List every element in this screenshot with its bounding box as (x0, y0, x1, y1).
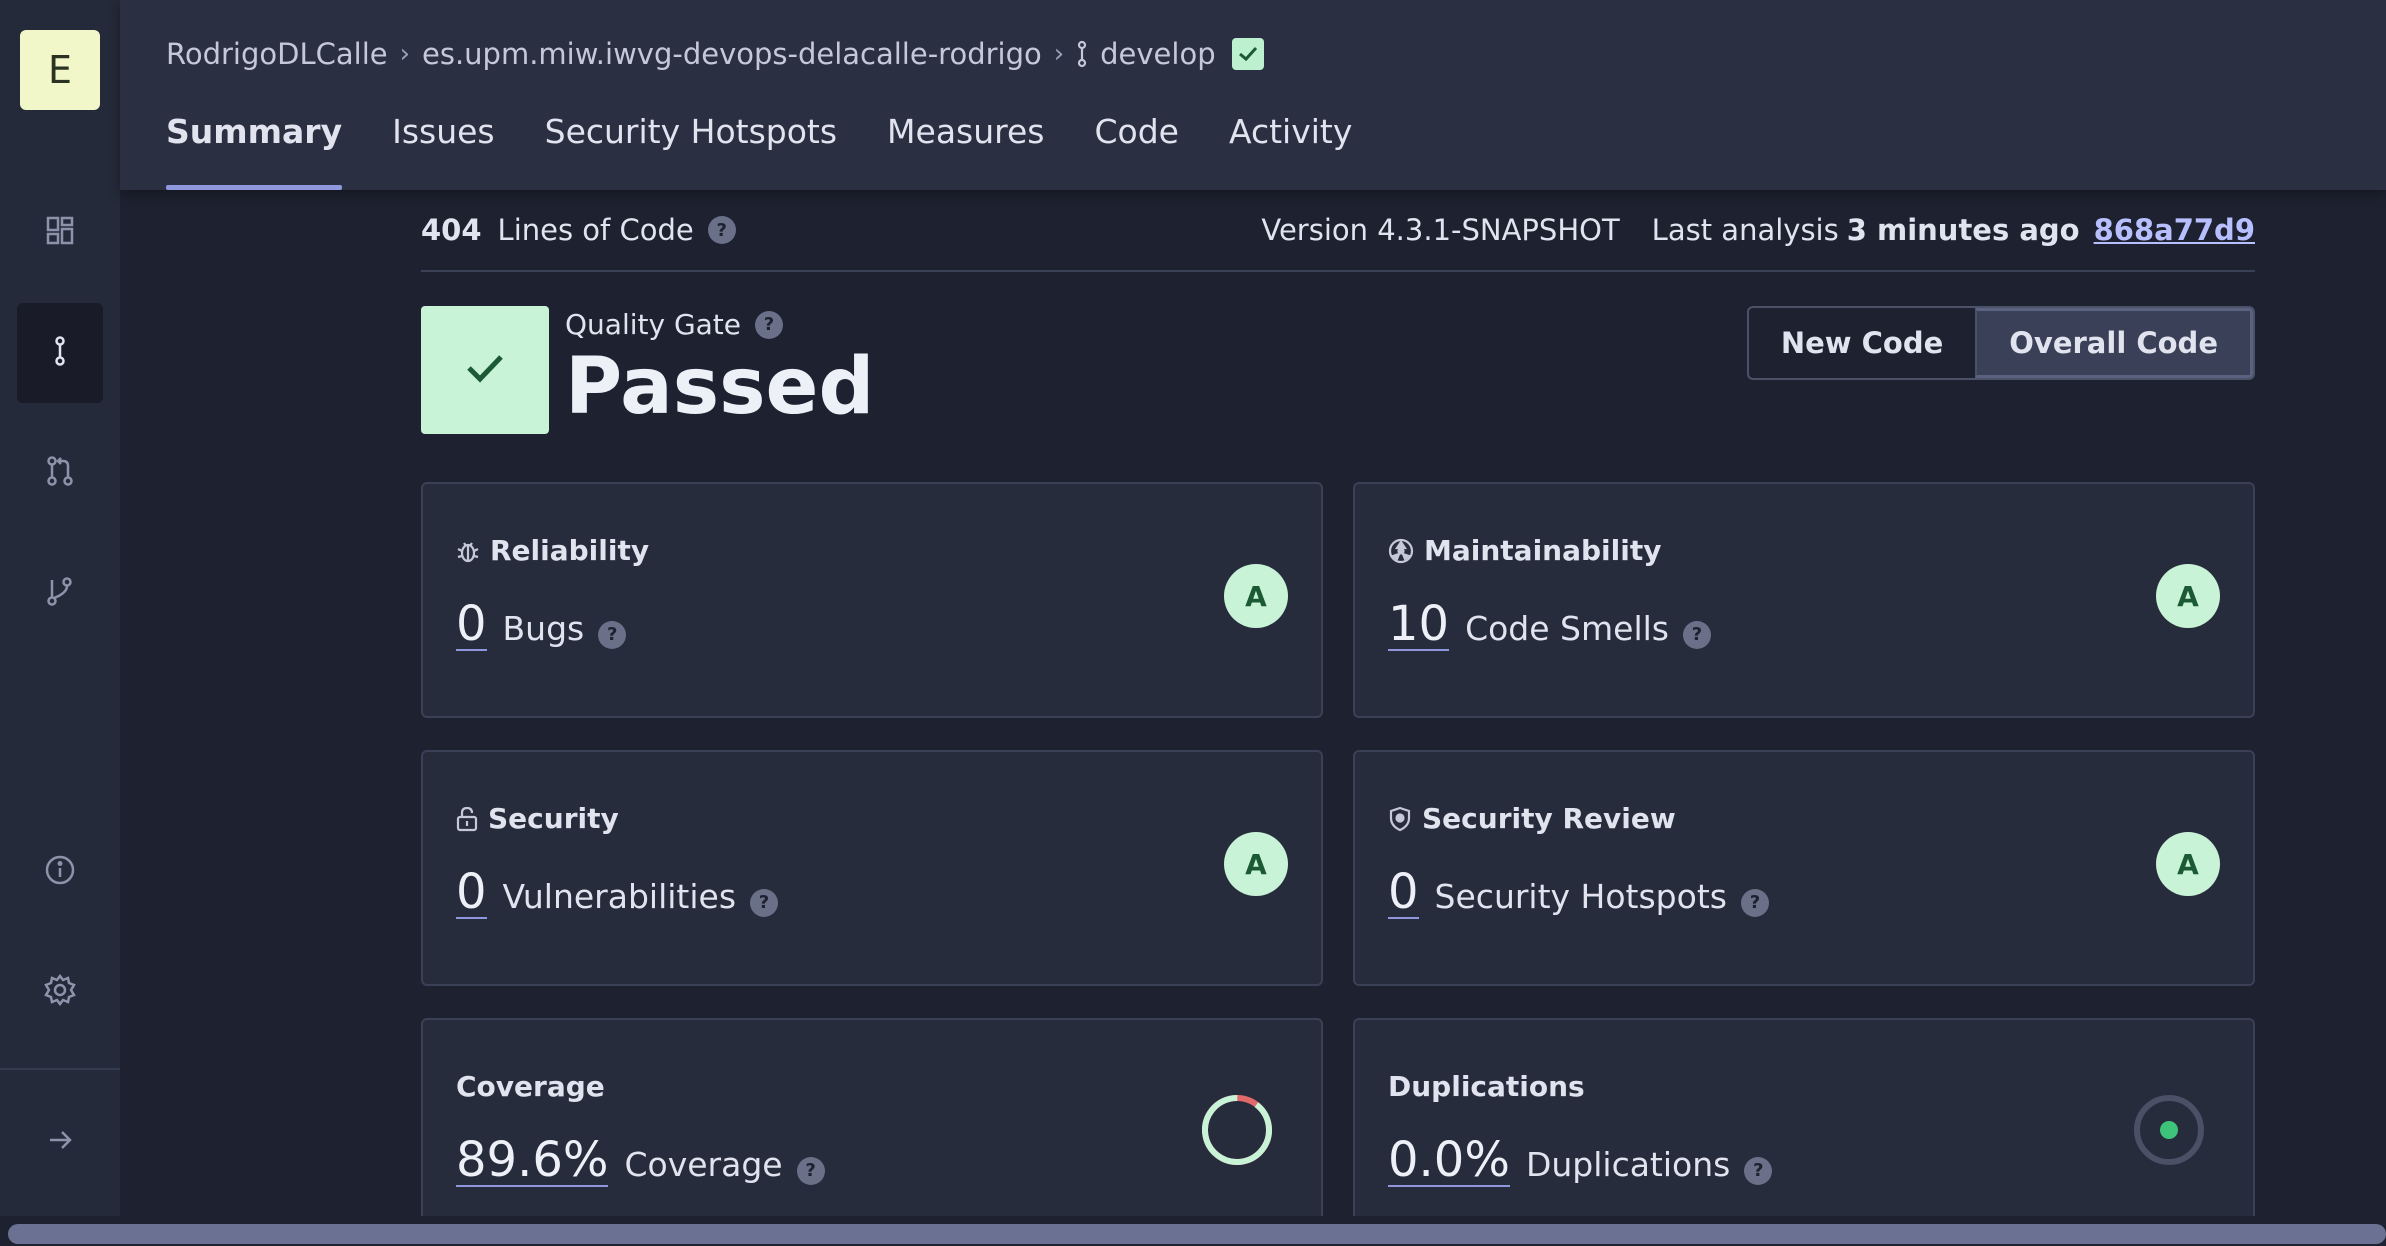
security-card: Security 0 Vulnerabilities ? A (421, 750, 1323, 986)
chevron-right-icon: › (1053, 39, 1065, 69)
security-rating-badge[interactable]: A (1224, 832, 1288, 896)
card-title: Maintainability (1424, 534, 1662, 567)
quality-gate-passed-icon (1231, 38, 1264, 70)
quality-gate-label: Quality Gate ? (565, 308, 784, 341)
expand-arrow-icon (46, 1128, 74, 1156)
vulnerabilities-label: Vulnerabilities (502, 877, 737, 916)
help-icon[interactable]: ? (750, 888, 779, 917)
security-review-rating-badge[interactable]: A (2156, 832, 2220, 896)
tab-code[interactable]: Code (1095, 108, 1179, 190)
help-icon[interactable]: ? (1744, 1156, 1773, 1185)
help-icon[interactable]: ? (796, 1156, 825, 1185)
dashboard-button[interactable] (17, 183, 103, 283)
tab-measures[interactable]: Measures (887, 108, 1044, 190)
branch-icon (1076, 40, 1088, 68)
duplications-indicator (2134, 1095, 2204, 1165)
reliability-card: Reliability 0 Bugs ? A (421, 482, 1323, 718)
gear-icon (44, 973, 76, 1010)
tab-issues[interactable]: Issues (392, 108, 495, 190)
quality-gate-status: Passed (565, 342, 875, 432)
expand-sidebar-button[interactable] (17, 1092, 103, 1192)
branch-icon (53, 336, 67, 370)
bug-icon (456, 538, 480, 564)
logo-letter: E (47, 48, 72, 92)
sidebar: E (0, 0, 120, 1216)
check-icon (465, 352, 505, 388)
card-title: Coverage (456, 1070, 605, 1103)
quality-gate-label-text: Quality Gate (565, 308, 742, 341)
card-title: Reliability (490, 534, 650, 567)
maintainability-card: Maintainability 10 Code Smells ? A (1353, 482, 2255, 718)
lines-of-code-label: Lines of Code (497, 213, 694, 247)
security-review-card: Security Review 0 Security Hotspots ? A (1353, 750, 2255, 986)
security-hotspots-label: Security Hotspots (1434, 877, 1727, 916)
card-title: Duplications (1388, 1070, 1585, 1103)
info-icon (44, 854, 76, 890)
info-button[interactable] (17, 822, 103, 922)
code-period-toggle: New Code Overall Code (1746, 306, 2255, 380)
coverage-label: Coverage (624, 1145, 783, 1184)
breadcrumb-project[interactable]: es.upm.miw.iwvg-devops-delacalle-rodrigo (422, 37, 1042, 71)
bugs-label: Bugs (502, 609, 585, 648)
analysis-meta: 404 Lines of Code ? Version 4.3.1-SNAPSH… (421, 190, 2255, 272)
last-analysis-value: 3 minutes ago (1846, 213, 2080, 247)
shield-icon (1388, 806, 1412, 832)
project-header: RodrigoDLCalle › es.upm.miw.iwvg-devops-… (120, 0, 2386, 190)
help-icon[interactable]: ? (755, 310, 784, 339)
breadcrumb: RodrigoDLCalle › es.upm.miw.iwvg-devops-… (166, 30, 1264, 78)
help-icon[interactable]: ? (1740, 888, 1769, 917)
duplications-label: Duplications (1525, 1145, 1731, 1184)
version-label: Version 4.3.1-SNAPSHOT (1261, 213, 1620, 247)
scrollbar-thumb[interactable] (8, 1224, 2386, 1244)
project-tabs: Summary Issues Security Hotspots Measure… (166, 108, 1402, 190)
maintainability-rating-badge[interactable]: A (2156, 564, 2220, 628)
tab-activity[interactable]: Activity (1229, 108, 1352, 190)
branch-selector[interactable]: develop (1100, 37, 1215, 71)
card-title: Security Review (1422, 802, 1676, 835)
commit-link[interactable]: 868a77d9 (2094, 213, 2255, 247)
project-logo[interactable]: E (20, 30, 100, 110)
last-analysis-label: Last analysis (1651, 213, 1839, 247)
coverage-value[interactable]: 89.6% (456, 1135, 609, 1188)
code-smell-icon (1388, 538, 1414, 564)
lock-icon (456, 806, 478, 832)
git-branch-icon (45, 576, 75, 610)
card-title: Security (488, 802, 619, 835)
security-hotspots-count[interactable]: 0 (1388, 867, 1419, 920)
quality-gate-status-box (421, 306, 549, 434)
breadcrumb-org[interactable]: RodrigoDLCalle (166, 37, 388, 71)
bugs-count[interactable]: 0 (456, 599, 487, 652)
help-icon[interactable]: ? (707, 216, 736, 244)
help-icon[interactable]: ? (598, 620, 627, 649)
pull-request-icon (45, 456, 75, 490)
pull-requests-button[interactable] (17, 423, 103, 523)
coverage-card: Coverage 89.6% Coverage ? (421, 1018, 1323, 1246)
duplications-card: Duplications 0.0% Duplications ? (1353, 1018, 2255, 1246)
code-smells-label: Code Smells (1465, 609, 1669, 648)
git-branch-button[interactable] (17, 543, 103, 643)
new-code-button[interactable]: New Code (1749, 308, 1975, 378)
overall-code-button[interactable]: Overall Code (1975, 308, 2253, 378)
duplications-value[interactable]: 0.0% (1388, 1135, 1510, 1188)
vulnerabilities-count[interactable]: 0 (456, 867, 487, 920)
horizontal-scrollbar[interactable] (0, 1216, 2386, 1246)
sidebar-divider (0, 1068, 120, 1070)
reliability-rating-badge[interactable]: A (1224, 564, 1288, 628)
tab-security-hotspots[interactable]: Security Hotspots (545, 108, 837, 190)
branches-button[interactable] (17, 303, 103, 403)
coverage-donut-chart (1202, 1095, 1272, 1165)
code-smells-count[interactable]: 10 (1388, 599, 1450, 652)
settings-button[interactable] (17, 942, 103, 1042)
tab-summary[interactable]: Summary (166, 108, 343, 190)
chevron-right-icon: › (399, 39, 410, 69)
help-icon[interactable]: ? (1682, 620, 1711, 649)
dashboard-icon (46, 216, 74, 250)
lines-of-code-value: 404 (421, 213, 482, 247)
